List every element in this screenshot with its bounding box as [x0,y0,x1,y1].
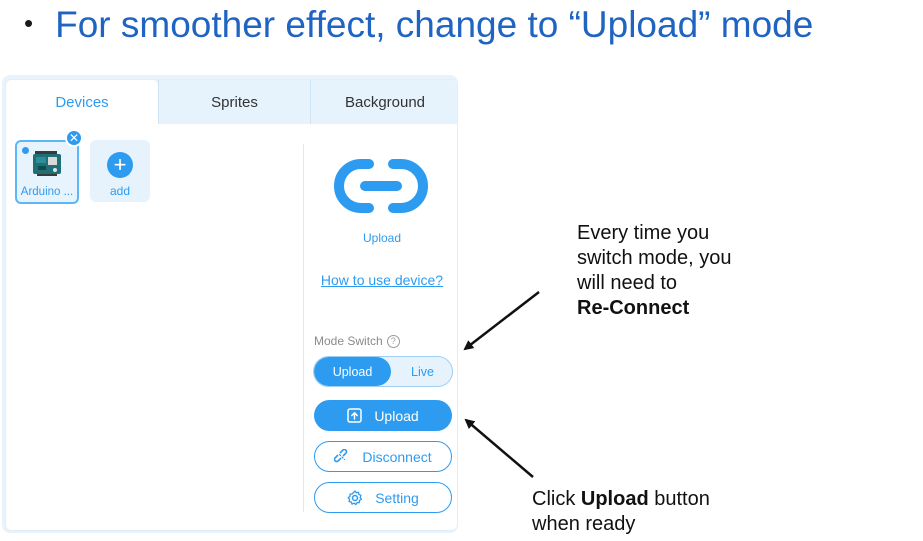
reconnect-note: Every time you switch mode, you will nee… [577,221,837,321]
note-text: Click [532,488,581,510]
arrow-to-upload-button [464,418,534,478]
note-bold-text: Re-Connect [577,297,690,319]
upload-note: Click Upload button when ready [532,487,832,537]
note-line: when ready [532,513,636,535]
note-line: Every time you [577,222,710,244]
arrow-to-mode-switch [463,291,540,351]
note-line: switch mode, you [577,247,732,269]
note-line: will need to [577,272,678,294]
note-bold-text: Upload [580,488,649,510]
note-text: button [648,488,710,510]
